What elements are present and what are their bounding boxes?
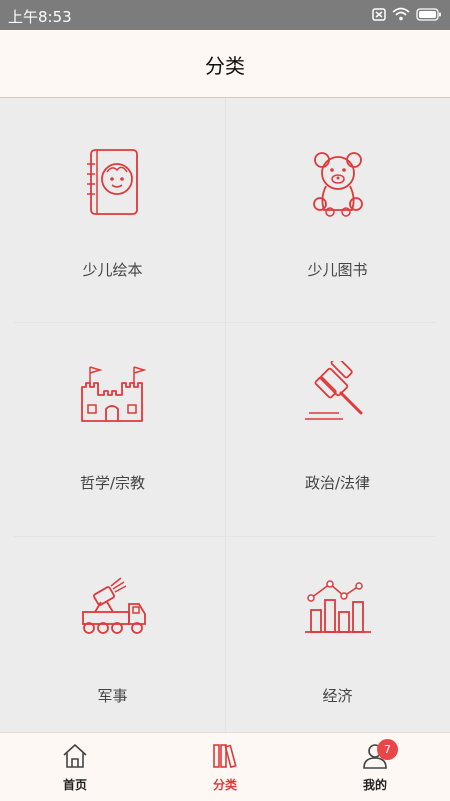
category-label: 经济 [322,687,353,705]
books-icon [213,744,237,769]
castle-icon [80,366,147,422]
baby-book-icon [86,149,138,215]
tab-label: 我的 [362,778,387,792]
tab-label: 分类 [212,778,237,792]
category-item[interactable]: 哲学/宗教 [0,311,225,524]
teddy-bear-icon [312,152,363,217]
category-label: 哲学/宗教 [79,474,146,492]
category-item[interactable]: 少儿绘本 [0,98,225,311]
page-title: 分类 [205,54,245,78]
category-item[interactable]: 军事 [0,524,225,737]
gavel-icon [304,361,362,420]
notification-badge: 7 [377,739,398,760]
tab-mine[interactable]: 我的 [300,733,450,801]
category-item[interactable]: 少儿图书 [225,98,450,311]
header: 分类 [0,30,450,98]
bar-chart-icon [304,580,371,633]
status-time: 上午8:53 [8,8,72,26]
sim-off-icon [372,7,386,21]
wifi-icon [392,7,410,21]
category-label: 少儿绘本 [82,261,143,279]
category-item[interactable]: 政治/法律 [225,311,450,524]
battery-icon [416,7,441,21]
tab-category[interactable]: 分类 [150,733,300,801]
category-item[interactable]: 经济 [225,524,450,737]
military-truck-icon [81,577,146,634]
status-bar: 上午8:53 [0,0,450,30]
status-icons [372,7,442,21]
bottom-tab-bar: 首页 分类 我的 7 [0,732,450,801]
category-label: 军事 [97,687,128,705]
tab-label: 首页 [62,778,87,792]
category-label: 少儿图书 [307,261,368,279]
tab-home[interactable]: 首页 [0,733,150,801]
category-grid: 少儿绘本 少儿图书 哲学/宗教 政治/法律 军事 经济 [0,98,450,732]
home-icon [63,744,87,768]
category-label: 政治/法律 [304,474,371,492]
